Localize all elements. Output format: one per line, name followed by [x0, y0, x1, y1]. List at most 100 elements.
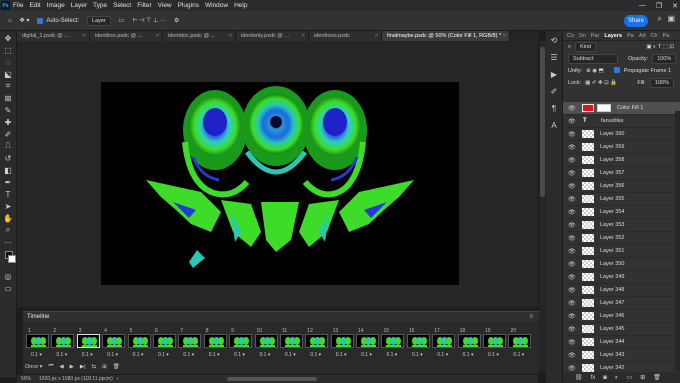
- visibility-eye-icon[interactable]: 👁: [568, 157, 577, 164]
- loop-options-dropdown[interactable]: Once ▾: [25, 364, 42, 370]
- brush-settings-icon[interactable]: ✐: [549, 86, 560, 97]
- delete-layer-icon[interactable]: 🗑: [653, 374, 661, 381]
- clone-stamp-icon[interactable]: ⎍: [3, 141, 14, 151]
- frame-delay-dropdown[interactable]: 0.1 ▾: [437, 352, 448, 358]
- frame-delay-dropdown[interactable]: 0.1 ▾: [31, 352, 42, 358]
- document-tab[interactable]: identitoo.psdc @ ... ×: [90, 31, 163, 41]
- propagate-checkbox[interactable]: [613, 67, 620, 75]
- path-select-icon[interactable]: ➤: [3, 201, 14, 211]
- visibility-eye-icon[interactable]: 👁: [568, 131, 577, 138]
- canvas-vertical-scrollbar[interactable]: [538, 41, 546, 371]
- frame-delay-dropdown[interactable]: 0.1 ▾: [56, 352, 67, 358]
- type-tool-icon[interactable]: T: [3, 189, 14, 199]
- menu-item-window[interactable]: Window: [205, 2, 228, 9]
- close-tab-icon[interactable]: ×: [229, 33, 232, 39]
- timeline-frame[interactable]: 3 0.1 ▾: [76, 328, 101, 363]
- layer-row[interactable]: 👁 Layer 344: [563, 336, 680, 349]
- move-tool-icon[interactable]: ✥ ▾: [20, 17, 30, 24]
- layer-row[interactable]: 👁 Layer 357: [563, 167, 680, 180]
- move-tool-icon[interactable]: ✥: [3, 33, 14, 43]
- lasso-tool-icon[interactable]: ◌: [3, 57, 14, 67]
- canvas-horizontal-scrollbar[interactable]: [227, 377, 317, 381]
- first-frame-icon[interactable]: ⏮: [48, 363, 53, 370]
- duplicate-frame-icon[interactable]: ⊞: [102, 364, 107, 370]
- color-swatches[interactable]: [0, 251, 16, 267]
- transform-controls-icon[interactable]: ▭: [119, 17, 125, 24]
- frame-delay-dropdown[interactable]: 0.1 ▾: [209, 352, 220, 358]
- layer-row[interactable]: 👁 Layer 349: [563, 271, 680, 284]
- object-select-icon[interactable]: ⬕: [3, 69, 14, 79]
- hand-tool-icon[interactable]: ✋: [3, 213, 14, 223]
- eyedropper-icon[interactable]: ✎: [3, 105, 14, 115]
- visibility-eye-icon[interactable]: 👁: [568, 326, 577, 333]
- share-button[interactable]: Share: [624, 15, 648, 27]
- timeline-frame[interactable]: 13 0.1 ▾: [330, 328, 355, 363]
- visibility-eye-icon[interactable]: 👁: [568, 118, 577, 125]
- document-canvas[interactable]: [101, 82, 459, 285]
- frame-delay-dropdown[interactable]: 0.1 ▾: [310, 352, 321, 358]
- layer-mask-thumbnail[interactable]: [597, 104, 611, 112]
- panel-tab-co[interactable]: Co: [567, 33, 574, 39]
- close-tab-icon[interactable]: ×: [302, 33, 305, 39]
- layer-row[interactable]: 👁 Layer 356: [563, 180, 680, 193]
- fill-color-thumbnail[interactable]: [582, 104, 594, 112]
- layer-row[interactable]: 👁 Layer 354: [563, 206, 680, 219]
- visibility-eye-icon[interactable]: 👁: [568, 209, 577, 216]
- zoom-tool-icon[interactable]: ⌕: [3, 225, 14, 235]
- layer-row[interactable]: 👁 Layer 359: [563, 141, 680, 154]
- crop-tool-icon[interactable]: ⌗: [3, 81, 14, 91]
- frame-delay-dropdown[interactable]: 0.1 ▾: [260, 352, 271, 358]
- visibility-eye-icon[interactable]: 👁: [568, 222, 577, 229]
- document-tab[interactable]: identdoc.psdc @ ... ×: [163, 31, 236, 41]
- status-arrow-icon[interactable]: ›: [117, 376, 119, 382]
- next-frame-icon[interactable]: ▶|: [80, 364, 86, 370]
- frame-delay-dropdown[interactable]: 0.1 ▾: [463, 352, 474, 358]
- panel-tab-pa[interactable]: Pa: [627, 33, 634, 39]
- timeline-frame[interactable]: 17 0.1 ▾: [431, 328, 456, 363]
- panel-tab-pa[interactable]: Pa: [663, 33, 670, 39]
- blend-mode-dropdown[interactable]: Subtract: [568, 54, 618, 64]
- home-icon[interactable]: ⌂: [8, 18, 12, 24]
- timeline-frame[interactable]: 15 0.1 ▾: [380, 328, 405, 363]
- layer-row[interactable]: 👁 Tfanushka: [563, 115, 680, 128]
- character-icon[interactable]: A: [549, 120, 560, 131]
- visibility-eye-icon[interactable]: 👁: [568, 105, 577, 112]
- close-tab-icon[interactable]: ×: [156, 33, 159, 39]
- frame-delay-dropdown[interactable]: 0.1 ▾: [158, 352, 169, 358]
- layer-row[interactable]: 👁 Layer 348: [563, 284, 680, 297]
- layer-row[interactable]: 👁 Layer 347: [563, 297, 680, 310]
- healing-brush-icon[interactable]: ✚: [3, 117, 14, 127]
- timeline-frame[interactable]: 10 0.1 ▾: [254, 328, 279, 363]
- visibility-eye-icon[interactable]: 👁: [568, 144, 577, 151]
- actions-icon[interactable]: ▶: [549, 69, 560, 80]
- timeline-frame[interactable]: 7 0.1 ▾: [177, 328, 202, 363]
- layer-row[interactable]: 👁 Layer 346: [563, 310, 680, 323]
- timeline-frame[interactable]: 6 0.1 ▾: [152, 328, 177, 363]
- frame-delay-dropdown[interactable]: 0.1 ▾: [336, 352, 347, 358]
- panel-menu-icon[interactable]: ≡: [529, 314, 533, 320]
- menu-item-filter[interactable]: Filter: [137, 2, 151, 9]
- visibility-eye-icon[interactable]: 👁: [568, 183, 577, 190]
- gear-icon[interactable]: ⚙: [174, 17, 179, 24]
- pen-tool-icon[interactable]: ✒: [3, 177, 14, 187]
- layer-row[interactable]: 👁 Layer 345: [563, 323, 680, 336]
- prev-frame-icon[interactable]: ◀: [59, 364, 63, 370]
- menu-item-view[interactable]: View: [158, 2, 172, 9]
- visibility-eye-icon[interactable]: 👁: [568, 261, 577, 268]
- panel-tab-layers[interactable]: Layers: [604, 33, 622, 39]
- layer-row[interactable]: 👁 Layer 343: [563, 349, 680, 362]
- menu-item-layer[interactable]: Layer: [71, 2, 87, 9]
- frame-delay-dropdown[interactable]: 0.1 ▾: [412, 352, 423, 358]
- history-brush-icon[interactable]: ↺: [3, 153, 14, 163]
- close-icon[interactable]: ✕: [672, 2, 678, 10]
- timeline-frame[interactable]: 8 0.1 ▾: [203, 328, 228, 363]
- timeline-frame[interactable]: 11 0.1 ▾: [279, 328, 304, 363]
- new-layer-icon[interactable]: ⊞: [640, 374, 645, 381]
- panel-tab-ch[interactable]: Ch: [651, 33, 658, 39]
- visibility-eye-icon[interactable]: 👁: [568, 196, 577, 203]
- play-icon[interactable]: ▶: [70, 364, 74, 370]
- layer-row[interactable]: 👁 Layer 352: [563, 232, 680, 245]
- workspace-icon[interactable]: ▣: [667, 14, 675, 23]
- menu-item-plugins[interactable]: Plugins: [178, 2, 199, 9]
- timeline-frame[interactable]: 1 0.1 ▾: [25, 328, 50, 363]
